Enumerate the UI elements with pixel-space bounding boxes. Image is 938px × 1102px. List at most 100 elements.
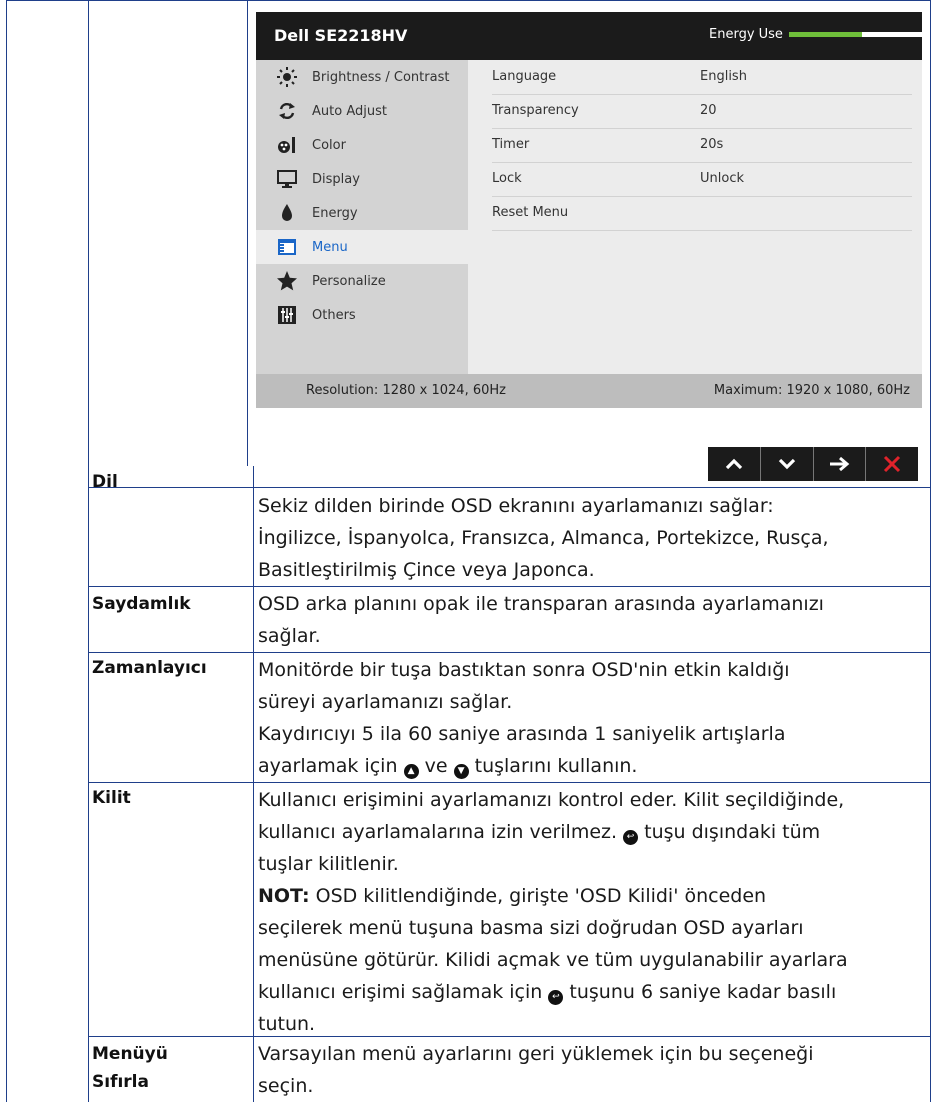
close-icon [884,455,901,473]
color-icon [276,134,298,156]
desc-line: Kaydırıcıyı 5 ila 60 saniye arasında 1 s… [258,723,786,745]
desc-line: süreyi ayarlamanızı sağlar. [258,691,513,713]
table-border-desc-left [247,0,248,466]
exit-button[interactable] [865,447,918,481]
row-label-dil: Dil [92,472,118,492]
right-arrow-icon [830,456,850,472]
energy-icon [276,202,298,224]
row-label-line: Sıfırla [92,1072,149,1092]
osd-menu-label: Personalize [312,273,386,289]
energy-use-bar [789,32,922,37]
desc-line: İngilizce, İspanyolca, Fransızca, Almanc… [258,527,829,549]
osd-menu-label: Auto Adjust [312,103,387,119]
osd-menu-personalize[interactable]: Personalize [256,264,468,298]
table-border-top [6,0,931,1]
row-divider [88,652,931,653]
desc-text: ayarlamak için [258,755,398,777]
row-note-kilit: NOT: OSD kilitlendiğinde, girişte 'OSD K… [258,880,918,1040]
table-border-left [6,0,7,1102]
row-desc-reset: Varsayılan menü ayarlarını geri yüklemek… [258,1038,918,1102]
setting-key: Language [492,69,557,84]
osd-header: Dell SE2218HV Energy Use [256,12,922,60]
osd-menu-display[interactable]: Display [256,162,468,196]
up-arrow-icon [725,458,743,470]
osd-menu-color[interactable]: Color [256,128,468,162]
desc-line: seçin. [258,1075,314,1097]
osd-footer: Resolution: 1280 x 1024, 60Hz Maximum: 1… [256,374,922,408]
row-label-reset: Menüyü Sıfırla [92,1040,168,1096]
up-button-icon: ▲ [403,764,419,779]
desc-line: NOT: OSD kilitlendiğinde, girişte 'OSD K… [258,880,918,912]
osd-model-name: Dell SE2218HV [274,26,408,45]
desc-line: kullanıcı erişimi sağlamak için ↩ tuşunu… [258,976,918,1008]
osd-navigation-buttons [708,447,918,481]
osd-menu-label: Display [312,171,360,187]
osd-sidebar: Brightness / Contrast Auto Adjust Color … [256,60,468,374]
row-divider [88,586,931,587]
resolution-text: Resolution: 1280 x 1024, 60Hz [306,383,506,398]
setting-row-transparency[interactable]: Transparency 20 [492,94,912,129]
row-desc-zamanlayici-2: Kaydırıcıyı 5 ila 60 saniye arasında 1 s… [258,718,918,782]
row-desc-zamanlayici: Monitörde bir tuşa bastıktan sonra OSD'n… [258,654,918,718]
osd-menu-label: Brightness / Contrast [312,69,450,85]
osd-menu-auto-adjust[interactable]: Auto Adjust [256,94,468,128]
desc-line: Kullanıcı erişimini ayarlamanızı kontrol… [258,789,845,811]
setting-row-reset-menu[interactable]: Reset Menu [492,196,912,231]
osd-menu-energy[interactable]: Energy [256,196,468,230]
back-button-icon: ↩ [548,990,564,1005]
setting-row-lock[interactable]: Lock Unlock [492,162,912,197]
row-desc-saydamlik: OSD arka planını opak ile transparan ara… [258,588,918,652]
star-icon [276,270,298,292]
maximum-resolution-text: Maximum: 1920 x 1080, 60Hz [713,383,910,398]
osd-menu-label: Color [312,137,346,153]
desc-line: OSD arka planını opak ile transparan ara… [258,593,824,615]
table-border-right [930,0,931,1102]
table-border-desc-left-lower [253,466,254,1102]
osd-menu-menu[interactable]: Menu [256,230,468,264]
display-icon [276,168,298,190]
desc-text: OSD kilitlendiğinde, girişte 'OSD Kilidi… [315,885,767,907]
desc-text: kullanıcı ayarlamalarına izin verilmez. [258,821,618,843]
back-button-icon: ↩ [623,830,639,845]
desc-line: tutun. [258,1013,316,1035]
desc-line: tuşlar kilitlenir. [258,853,399,875]
enter-button[interactable] [812,447,866,481]
setting-key: Transparency [492,103,579,118]
down-arrow-icon [778,458,795,470]
osd-menu-others[interactable]: Others [256,298,468,332]
setting-value: English [700,69,747,84]
note-bold: NOT: [258,885,310,907]
desc-line: ayarlamak için ▲ ve ▼ tuşlarını kullanın… [258,750,918,782]
down-button[interactable] [759,447,813,481]
setting-row-timer[interactable]: Timer 20s [492,128,912,163]
energy-use-fill [789,32,863,37]
row-label-kilit: Kilit [92,788,131,808]
desc-line: Sekiz dilden birinde OSD ekranını ayarla… [258,495,774,517]
desc-line: Monitörde bir tuşa bastıktan sonra OSD'n… [258,659,790,681]
desc-text: tuşlarını kullanın. [474,755,638,777]
row-label-line: Menüyü [92,1044,168,1064]
table-border-label-left [88,0,89,1102]
desc-line: Varsayılan menü ayarlarını geri yüklemek… [258,1043,814,1065]
up-button[interactable] [708,447,760,481]
osd-menu-brightness-contrast[interactable]: Brightness / Contrast [256,60,468,94]
row-label-zamanlayici: Zamanlayıcı [92,658,207,678]
setting-value: Unlock [700,171,744,186]
row-divider [88,782,931,783]
row-divider [88,487,931,488]
row-label-saydamlik: Saydamlık [92,594,191,614]
brightness-icon [276,66,298,88]
row-desc-dil: Sekiz dilden birinde OSD ekranını ayarla… [258,490,918,586]
desc-line: kullanıcı ayarlamalarına izin verilmez. … [258,816,918,848]
desc-line: menüsüne götürür. Kilidi açmak ve tüm uy… [258,949,848,971]
setting-row-language[interactable]: Language English [492,60,912,95]
others-icon [276,304,298,326]
menu-icon [276,236,298,258]
setting-key: Lock [492,171,522,186]
osd-menu-label: Energy [312,205,358,221]
energy-use-label: Energy Use [709,27,783,42]
osd-settings-panel: Language English Transparency 20 Timer 2… [468,60,922,374]
desc-line: sağlar. [258,625,321,647]
down-button-icon: ▼ [453,764,469,779]
setting-key: Timer [492,137,530,152]
